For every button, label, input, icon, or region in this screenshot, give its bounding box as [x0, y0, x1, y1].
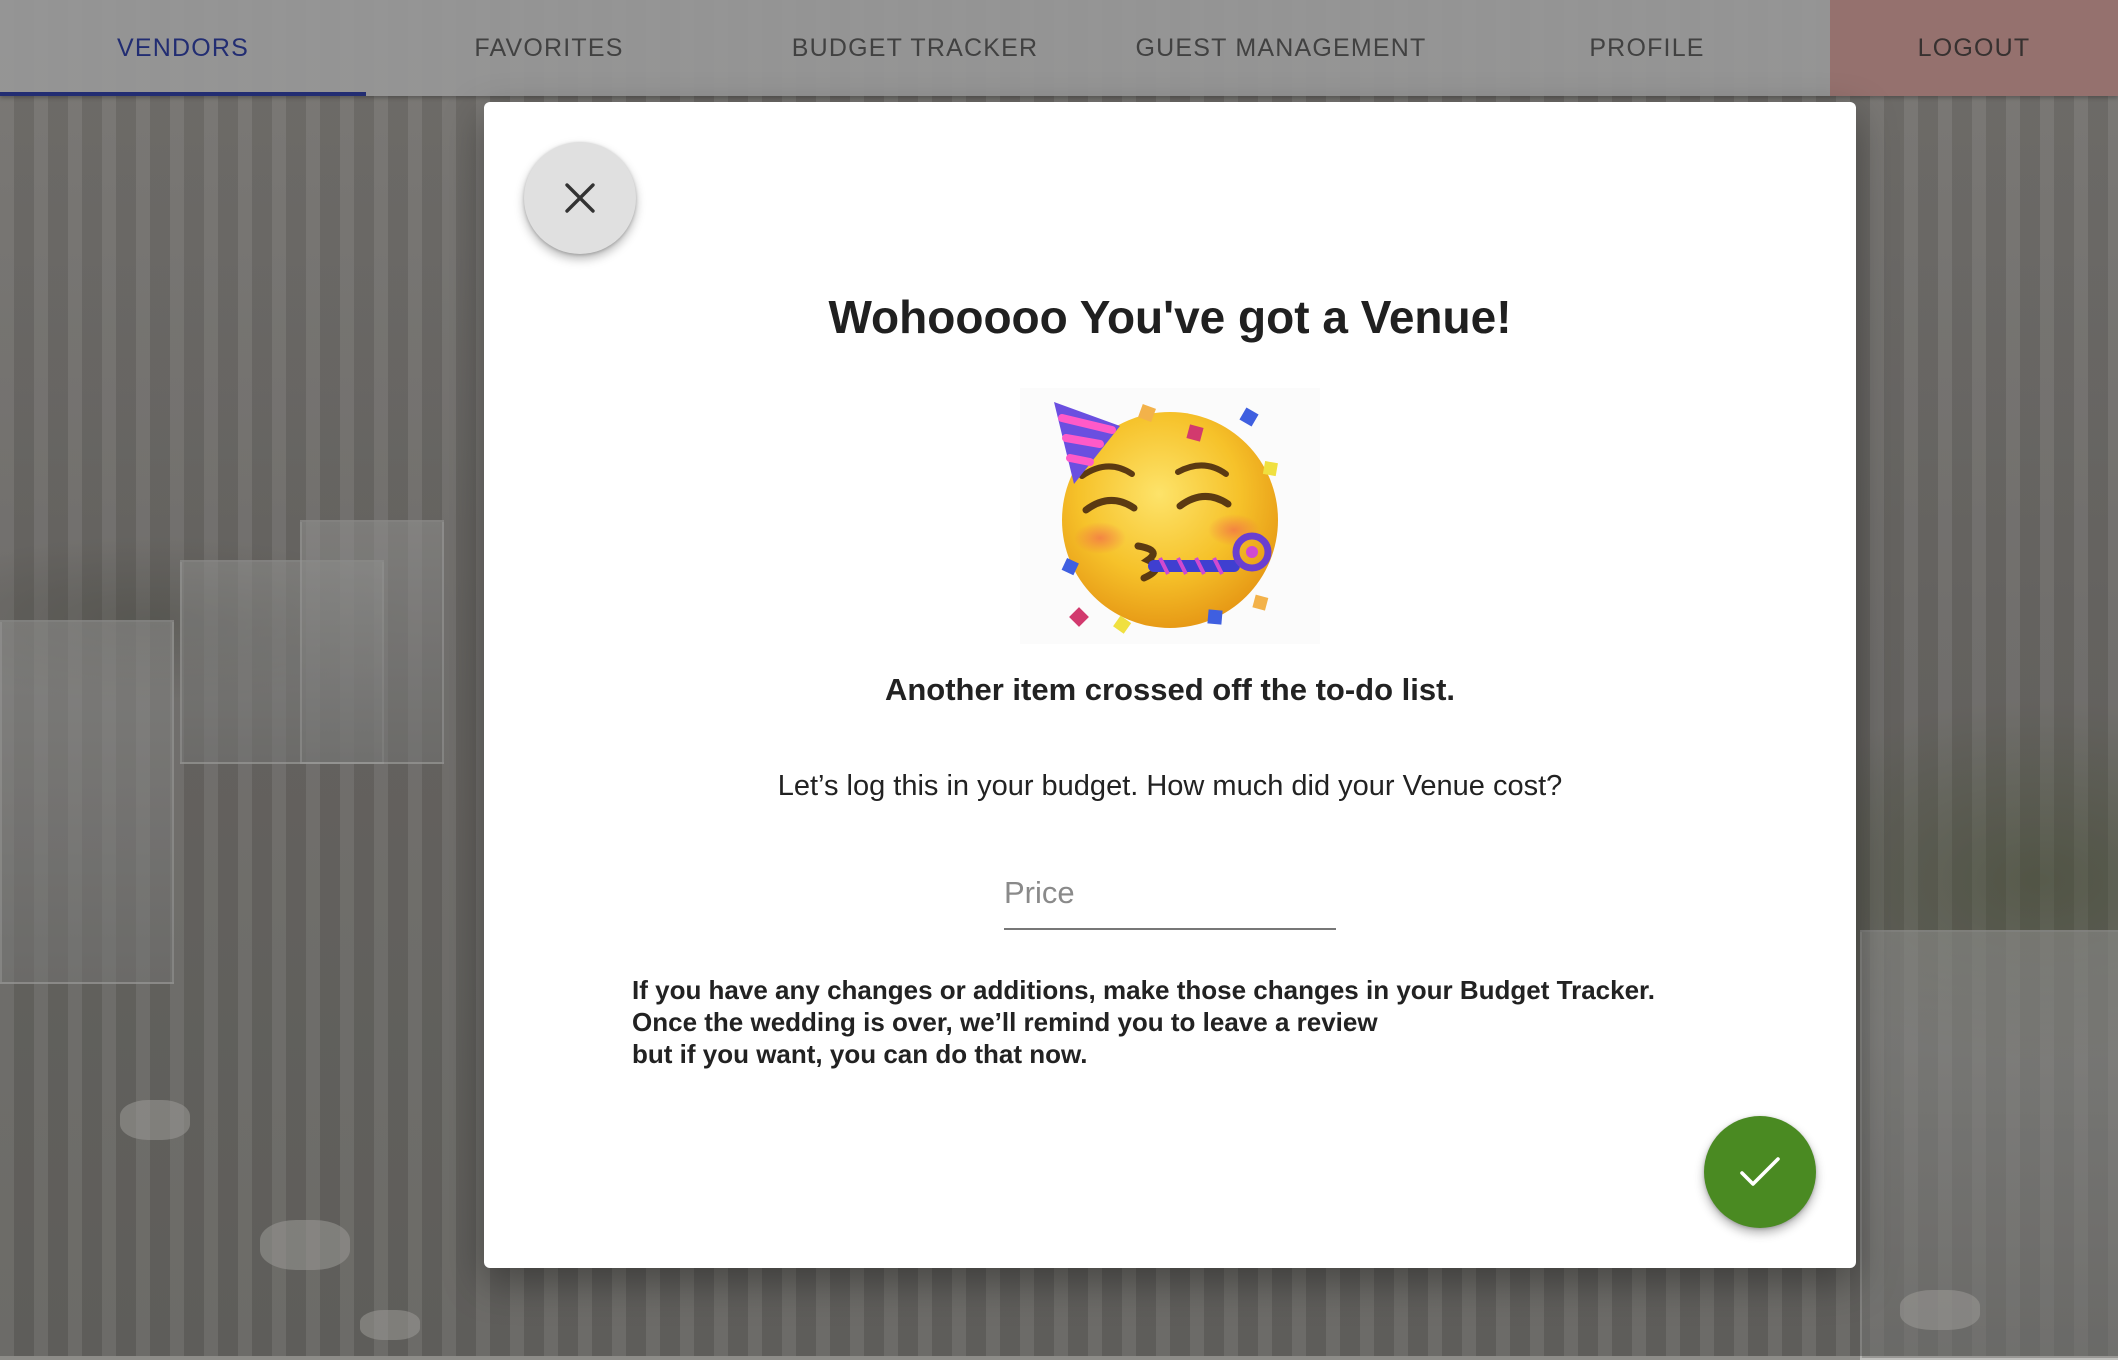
- review-note: If you have any changes or additions, ma…: [632, 974, 1782, 1070]
- venue-booked-dialog: Wohooooo You've got a Venue! Another ite…: [484, 102, 1856, 1268]
- budget-prompt: Let’s log this in your budget. How much …: [777, 770, 1563, 802]
- note-line: If you have any changes or additions, ma…: [632, 975, 1655, 1005]
- note-line: but if you want, you can do that now.: [632, 1039, 1088, 1069]
- confirm-button[interactable]: [1704, 1116, 1816, 1228]
- dialog-title: Wohooooo You've got a Venue!: [828, 291, 1512, 343]
- price-input[interactable]: [1004, 858, 1336, 930]
- close-icon: [565, 183, 595, 213]
- note-line: Once the wedding is over, we’ll remind y…: [632, 1007, 1378, 1037]
- partying-face-icon: [1020, 388, 1320, 644]
- check-icon: [1740, 1157, 1780, 1186]
- close-button[interactable]: [524, 142, 636, 254]
- dialog-subtitle: Another item crossed off the to-do list.: [884, 672, 1456, 707]
